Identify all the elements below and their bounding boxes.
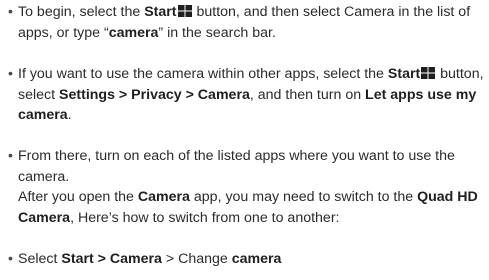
- text-run: .: [67, 107, 72, 123]
- list-item-text: Select Start > Camera > Change camera: [18, 251, 281, 267]
- list-item: • From there, turn on each of the listed…: [8, 146, 489, 228]
- bold-text: Start > Camera: [61, 251, 162, 267]
- bold-text: camera: [231, 251, 282, 267]
- bold-text: Camera: [137, 189, 190, 205]
- windows-logo-icon: [177, 5, 192, 17]
- text-run: , and then turn on: [249, 86, 366, 103]
- text-run: app, you may need to switch to the: [189, 189, 418, 205]
- text-run: Select: [18, 251, 62, 267]
- bold-text: Start: [144, 4, 177, 20]
- bullet: •: [8, 251, 13, 267]
- text-run: If you want to use the camera within oth…: [18, 66, 388, 82]
- bullet: •: [8, 148, 13, 164]
- list-item-text: From there, turn on each of the listed a…: [18, 148, 478, 226]
- list-item-text: If you want to use the camera within oth…: [18, 66, 484, 123]
- list-item: • If you want to use the camera within o…: [8, 64, 489, 126]
- bullet: •: [8, 66, 13, 82]
- bold-text: camera: [108, 24, 159, 41]
- list-item: • To begin, select the Start button, and…: [8, 2, 486, 43]
- text-run: After you open the: [18, 189, 138, 205]
- bold-text: Start: [387, 66, 421, 82]
- text-run: To begin, select the: [18, 4, 145, 20]
- bullet: •: [8, 4, 13, 20]
- instruction-list: • To begin, select the Start button, and…: [8, 2, 486, 267]
- list-item-text: To begin, select the Start button, and t…: [18, 4, 470, 41]
- text-run: ” in the search bar.: [158, 24, 276, 41]
- windows-logo-icon: [421, 67, 436, 79]
- text-run: From there, turn on each of the listed a…: [18, 148, 455, 185]
- text-run: > Change: [161, 251, 232, 267]
- list-item: • Select Start > Camera > Change camera: [8, 249, 489, 270]
- bold-text: Settings > Privacy > Camera: [59, 86, 250, 103]
- text-run: , Here’s how to switch from one to anoth…: [70, 209, 340, 226]
